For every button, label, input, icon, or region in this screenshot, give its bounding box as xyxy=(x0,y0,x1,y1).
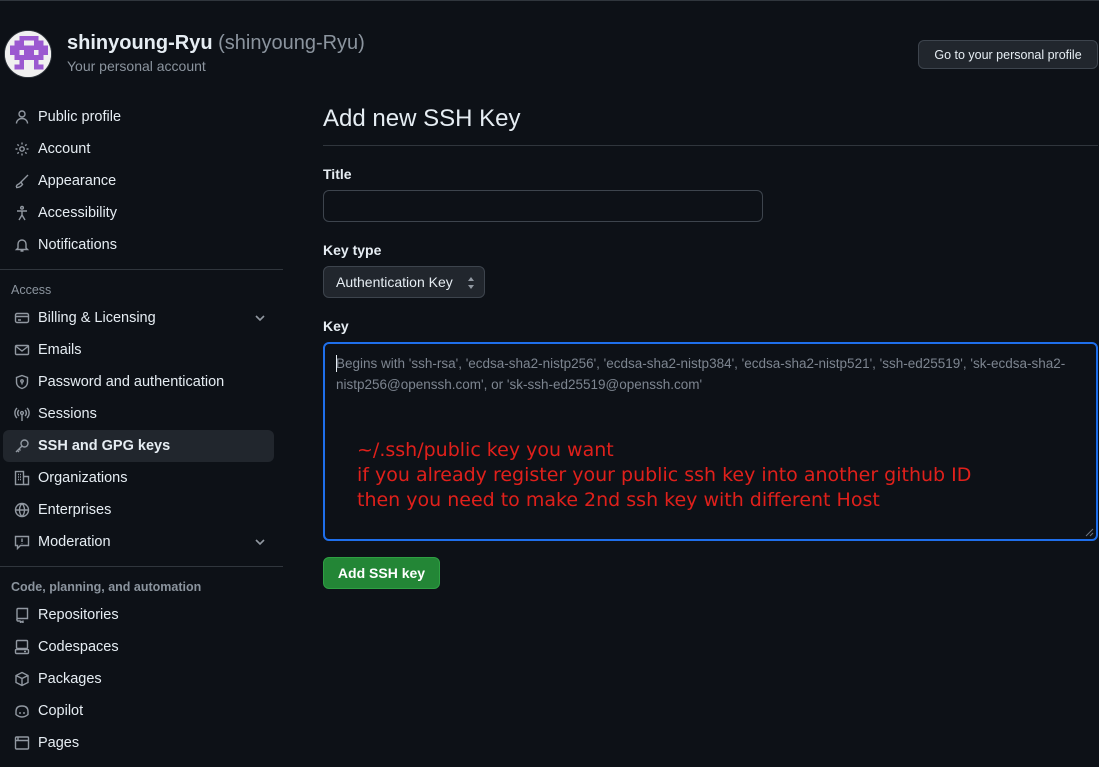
sidebar-group-access: Access xyxy=(11,283,52,297)
settings-sidebar: Public profile Account Appearance Access… xyxy=(0,101,290,759)
sidebar-item-copilot[interactable]: Copilot xyxy=(3,695,274,727)
key-placeholder: Begins with 'ssh-rsa', 'ecdsa-sha2-nistp… xyxy=(336,356,1066,392)
login-name: (shinyoung-Ryu) xyxy=(218,32,365,54)
sidebar-item-label: Account xyxy=(38,141,91,157)
chevron-down-icon[interactable] xyxy=(252,310,268,326)
copilot-icon xyxy=(14,703,30,719)
sidebar-item-label: Copilot xyxy=(38,703,84,719)
sidebar-item-label: Repositories xyxy=(38,607,119,623)
browser-icon xyxy=(14,735,30,751)
sidebar-item-appearance[interactable]: Appearance xyxy=(3,165,274,197)
sidebar-item-password-authentication[interactable]: Password and authentication xyxy=(3,366,274,398)
chevron-down-icon[interactable] xyxy=(252,534,268,550)
sidebar-divider xyxy=(0,566,283,567)
annotation-line: then you need to make 2nd ssh key with d… xyxy=(357,489,880,511)
shield-lock-icon xyxy=(14,374,30,390)
title-input[interactable] xyxy=(323,190,763,222)
sidebar-item-organizations[interactable]: Organizations xyxy=(3,462,274,494)
person-icon xyxy=(14,109,30,125)
sidebar-item-label: Moderation xyxy=(38,534,111,550)
annotation-line: if you already register your public ssh … xyxy=(357,464,972,486)
organization-icon xyxy=(14,470,30,486)
resize-handle-icon[interactable] xyxy=(1084,527,1094,537)
report-icon xyxy=(14,534,30,550)
account-header: shinyoung-Ryu (shinyoung-Ryu) Your perso… xyxy=(0,1,1099,89)
key-type-label: Key type xyxy=(323,242,382,258)
sidebar-item-enterprises[interactable]: Enterprises xyxy=(3,494,274,526)
repo-icon xyxy=(14,607,30,623)
avatar[interactable] xyxy=(4,30,52,78)
sidebar-item-sessions[interactable]: Sessions xyxy=(3,398,274,430)
sidebar-item-label: Sessions xyxy=(38,406,97,422)
annotation-line: ~/.ssh/public key you want xyxy=(357,439,614,461)
sidebar-item-label: Organizations xyxy=(38,470,128,486)
sidebar-item-emails[interactable]: Emails xyxy=(3,334,274,366)
sidebar-item-pages[interactable]: Pages xyxy=(3,727,274,759)
sidebar-item-packages[interactable]: Packages xyxy=(3,663,274,695)
key-type-selected-value: Authentication Key xyxy=(336,274,453,290)
display-name: shinyoung-Ryu xyxy=(67,32,213,54)
sidebar-item-ssh-gpg-keys[interactable]: SSH and GPG keys xyxy=(3,430,274,462)
codespaces-icon xyxy=(14,639,30,655)
sidebar-item-accessibility[interactable]: Accessibility xyxy=(3,197,274,229)
add-ssh-key-button[interactable]: Add SSH key xyxy=(323,557,440,589)
sidebar-item-moderation[interactable]: Moderation xyxy=(3,526,274,558)
sidebar-item-billing[interactable]: Billing & Licensing xyxy=(3,302,274,334)
gear-icon xyxy=(14,141,30,157)
credit-card-icon xyxy=(14,310,30,326)
sidebar-item-codespaces[interactable]: Codespaces xyxy=(3,631,274,663)
sidebar-group-code: Code, planning, and automation xyxy=(11,580,202,594)
sidebar-item-notifications[interactable]: Notifications xyxy=(3,229,274,261)
account-subtitle: Your personal account xyxy=(67,58,206,74)
broadcast-icon xyxy=(14,406,30,422)
sidebar-item-label: Enterprises xyxy=(38,502,112,518)
sidebar-item-label: Notifications xyxy=(38,237,117,253)
sidebar-item-public-profile[interactable]: Public profile xyxy=(3,101,274,133)
sidebar-item-label: Codespaces xyxy=(38,639,119,655)
text-caret xyxy=(336,355,337,372)
sidebar-item-label: Password and authentication xyxy=(38,374,225,390)
sidebar-item-label: Accessibility xyxy=(38,205,117,221)
package-icon xyxy=(14,671,30,687)
sidebar-item-label: SSH and GPG keys xyxy=(38,438,171,454)
mail-icon xyxy=(14,342,30,358)
title-label: Title xyxy=(323,166,352,182)
sidebar-divider xyxy=(0,269,283,270)
sidebar-item-label: Pages xyxy=(38,735,80,751)
key-label: Key xyxy=(323,318,349,334)
settings-page: shinyoung-Ryu (shinyoung-Ryu) Your perso… xyxy=(0,0,1099,767)
accessibility-icon xyxy=(14,205,30,221)
key-icon xyxy=(14,438,30,454)
select-arrows-icon xyxy=(468,277,474,289)
account-name: shinyoung-Ryu (shinyoung-Ryu) xyxy=(67,32,365,55)
sidebar-item-account[interactable]: Account xyxy=(3,133,274,165)
go-to-profile-button[interactable]: Go to your personal profile xyxy=(918,40,1098,69)
sidebar-item-label: Billing & Licensing xyxy=(38,310,156,326)
key-textarea[interactable]: Begins with 'ssh-rsa', 'ecdsa-sha2-nistp… xyxy=(323,342,1098,541)
sidebar-item-repositories[interactable]: Repositories xyxy=(3,599,274,631)
sidebar-item-label: Emails xyxy=(38,342,82,358)
add-ssh-key-form: Add new SSH Key Title Key type Authentic… xyxy=(323,101,1098,589)
bell-icon xyxy=(14,237,30,253)
sidebar-item-label: Public profile xyxy=(38,109,122,125)
key-type-select[interactable]: Authentication Key xyxy=(323,266,485,298)
globe-icon xyxy=(14,502,30,518)
sidebar-item-label: Packages xyxy=(38,671,102,687)
red-annotation: ~/.ssh/public key you want if you alread… xyxy=(357,438,971,513)
paintbrush-icon xyxy=(14,173,30,189)
sidebar-item-label: Appearance xyxy=(38,173,117,189)
page-title: Add new SSH Key xyxy=(323,101,1098,146)
